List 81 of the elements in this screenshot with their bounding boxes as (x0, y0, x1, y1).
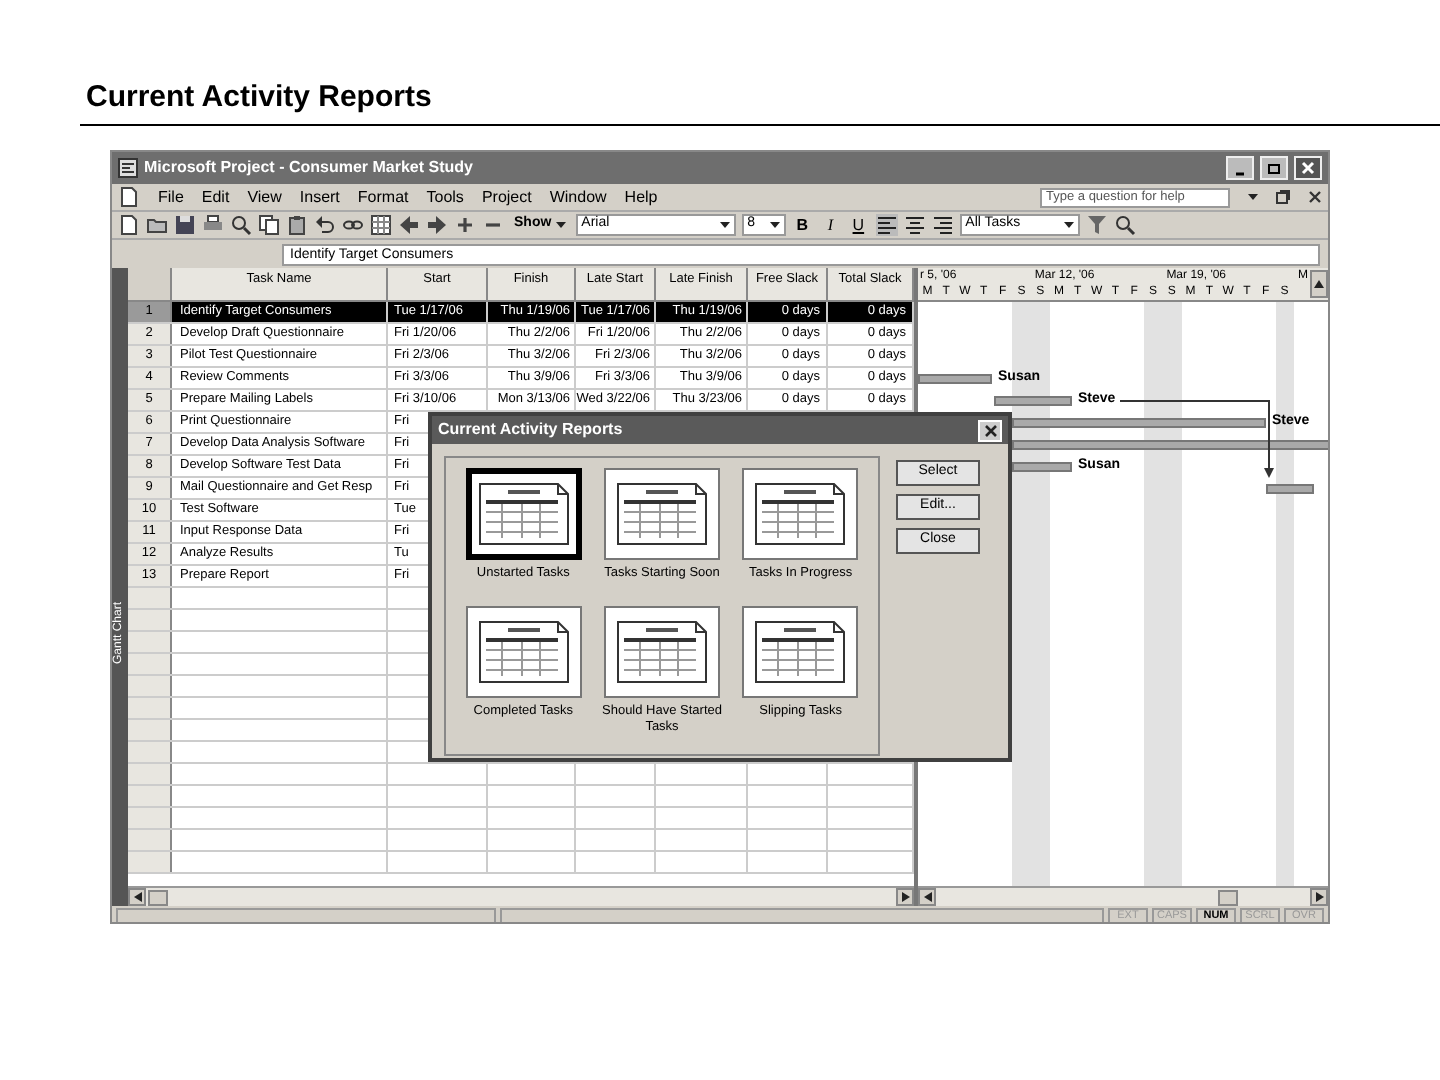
close-icon (983, 423, 997, 437)
app-icon (118, 158, 138, 178)
scroll-right-button[interactable] (896, 888, 914, 906)
gantt-bar (1266, 484, 1314, 494)
row-header[interactable] (128, 786, 172, 806)
row-header[interactable] (128, 742, 172, 762)
magnifier-icon[interactable] (1113, 214, 1136, 236)
caret-icon (719, 222, 730, 228)
report-thumbnail[interactable] (603, 468, 720, 560)
plus-icon[interactable] (454, 214, 476, 236)
clipboard-icon[interactable] (286, 214, 308, 236)
row-header[interactable] (128, 830, 172, 850)
scroll-left-button[interactable] (918, 888, 936, 906)
align-right-icon[interactable] (931, 214, 954, 236)
menu-item[interactable]: Help (624, 187, 658, 207)
funnel-icon[interactable] (1085, 214, 1108, 236)
menu-item[interactable]: File (158, 187, 184, 207)
folder-icon[interactable] (146, 214, 168, 236)
pages-icon[interactable] (258, 214, 280, 236)
menu-item[interactable]: View (247, 187, 282, 207)
row-header[interactable] (128, 676, 172, 696)
left-arrow-icon (133, 892, 141, 902)
row-header[interactable] (128, 720, 172, 740)
horizontal-scrollbar[interactable] (918, 886, 1328, 906)
magnifier-icon[interactable] (230, 214, 252, 236)
report-thumbnail[interactable] (742, 606, 859, 698)
bold-button[interactable]: B (791, 213, 814, 237)
close-button[interactable] (1294, 156, 1322, 180)
restore-icon[interactable] (1276, 190, 1290, 204)
row-header[interactable] (128, 632, 172, 652)
printer-icon[interactable] (202, 214, 224, 236)
row-header[interactable] (128, 808, 172, 828)
minimize-button[interactable] (1226, 156, 1254, 180)
gantt-bar (1012, 462, 1072, 472)
row-header[interactable] (128, 698, 172, 718)
left-arrow-icon (923, 892, 931, 902)
up-arrow-icon (1314, 280, 1324, 288)
menu-item[interactable]: Project (481, 187, 532, 207)
restore-button[interactable] (1260, 156, 1288, 180)
right-arrow-icon[interactable] (426, 214, 448, 236)
chain-link-icon[interactable] (342, 214, 364, 236)
horizontal-scrollbar[interactable] (128, 886, 914, 906)
row-header[interactable] (128, 852, 172, 872)
scroll-up-button[interactable] (1310, 270, 1328, 298)
report-thumbnail[interactable] (465, 606, 582, 698)
close-icon[interactable] (1308, 190, 1322, 204)
report-thumbnail[interactable] (465, 468, 582, 560)
row-header[interactable] (128, 764, 172, 784)
caret-icon (1063, 222, 1074, 228)
slide-title: Current Activity Reports (84, 78, 432, 116)
menu-item[interactable]: Window (549, 187, 607, 207)
report-thumbnail[interactable] (742, 468, 859, 560)
underline-button[interactable]: U (847, 213, 870, 237)
caret-icon (1248, 194, 1258, 200)
scroll-thumb[interactable] (148, 890, 168, 906)
scroll-left-button[interactable] (128, 888, 146, 906)
scroll-right-button[interactable] (1310, 888, 1328, 906)
menu-item[interactable]: Insert (299, 187, 340, 207)
window-title: Microsoft Project - Consumer Market Study (144, 156, 473, 180)
restore-icon (1266, 160, 1282, 176)
menu-item[interactable]: Tools (426, 187, 464, 207)
align-center-icon[interactable] (903, 214, 926, 236)
report-thumbnail[interactable] (603, 606, 720, 698)
align-left-icon[interactable] (875, 214, 898, 236)
gantt-bar (994, 396, 1072, 406)
right-arrow-icon (901, 892, 909, 902)
scroll-thumb[interactable] (1218, 890, 1238, 906)
italic-button[interactable]: I (819, 213, 842, 237)
row-header[interactable] (128, 610, 172, 630)
page-icon[interactable] (118, 214, 140, 236)
grid-icon[interactable] (370, 214, 392, 236)
undo-icon[interactable] (314, 214, 336, 236)
caret-icon (555, 222, 566, 228)
menu-item[interactable]: Format (357, 187, 409, 207)
right-arrow-icon (1315, 892, 1323, 902)
left-arrow-icon[interactable] (398, 214, 420, 236)
close-icon (1300, 160, 1316, 176)
menu-item[interactable]: Edit (201, 187, 230, 207)
row-header[interactable] (128, 588, 172, 608)
row-header[interactable] (128, 654, 172, 674)
caret-icon (769, 222, 780, 228)
